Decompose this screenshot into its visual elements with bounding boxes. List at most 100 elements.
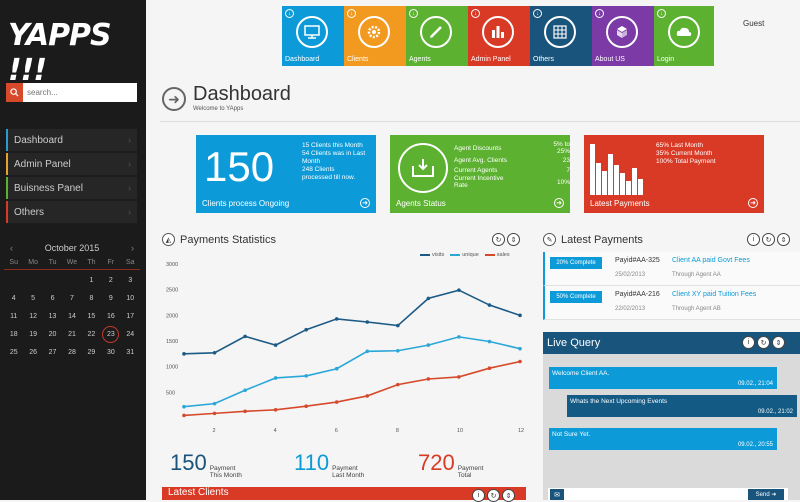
data-point-unique[interactable] <box>396 348 400 353</box>
calendar-day[interactable]: 17 <box>121 308 140 326</box>
calendar-day[interactable]: 28 <box>62 344 81 362</box>
data-point-unique[interactable] <box>365 349 370 354</box>
data-point-sales[interactable] <box>518 359 522 364</box>
calendar-day[interactable]: 16 <box>101 308 120 326</box>
search-input[interactable] <box>23 83 137 102</box>
list-item[interactable]: 50% Complete Payid#AA-216 22/02/2013 Cli… <box>543 286 800 320</box>
tile-agents[interactable]: ↓ Agents <box>406 6 468 66</box>
info-icon[interactable]: i <box>472 489 485 502</box>
tile-others[interactable]: ↓ Others <box>530 6 592 66</box>
data-point-visits[interactable] <box>273 343 278 347</box>
app-logo[interactable]: YAPPS !!! <box>8 18 146 88</box>
arrow-right-icon[interactable]: ➜ <box>748 198 758 208</box>
data-point-unique[interactable] <box>212 401 217 406</box>
data-point-visits[interactable] <box>396 323 400 328</box>
data-point-unique[interactable] <box>487 339 492 344</box>
arrow-right-icon[interactable]: ➜ <box>360 198 370 208</box>
payment-description[interactable]: Client AA paid Govt Fees <box>672 257 750 264</box>
data-point-sales[interactable] <box>304 404 308 408</box>
data-point-unique[interactable] <box>182 404 186 409</box>
calendar-day[interactable]: 3 <box>121 272 140 290</box>
calendar-day[interactable]: 22 <box>82 326 101 344</box>
calendar-day[interactable]: 4 <box>4 290 23 308</box>
data-point-sales[interactable] <box>212 411 217 416</box>
collapse-icon[interactable]: ⇕ <box>502 489 515 502</box>
tile-about-us[interactable]: ↓ About US <box>592 6 654 66</box>
data-point-sales[interactable] <box>273 407 278 412</box>
data-point-sales[interactable] <box>365 394 370 398</box>
calendar-day[interactable]: 18 <box>4 326 23 344</box>
calendar-next-button[interactable]: › <box>131 243 134 253</box>
refresh-icon[interactable]: ↻ <box>757 336 770 349</box>
sidebar-item-others[interactable]: Others › <box>6 201 137 223</box>
collapse-icon[interactable]: ⇕ <box>777 233 790 246</box>
calendar-day[interactable]: 5 <box>23 290 42 308</box>
arrow-right-icon[interactable]: ➜ <box>554 198 564 208</box>
calendar-day[interactable]: 15 <box>82 308 101 326</box>
send-button[interactable]: Send ➜ <box>748 489 784 500</box>
calendar-day[interactable]: 8 <box>82 290 101 308</box>
tile-login[interactable]: ↓ Login <box>654 6 714 66</box>
data-point-sales[interactable] <box>426 377 431 381</box>
data-point-unique[interactable] <box>243 388 247 393</box>
calendar-prev-button[interactable]: ‹ <box>10 243 13 253</box>
info-icon[interactable]: i <box>742 336 755 349</box>
calendar-day[interactable]: 19 <box>23 326 42 344</box>
data-point-visits[interactable] <box>212 351 217 355</box>
info-icon[interactable]: i <box>747 233 760 246</box>
data-point-visits[interactable] <box>182 352 186 356</box>
data-point-unique[interactable] <box>304 374 308 378</box>
calendar-day[interactable]: 6 <box>43 290 62 308</box>
data-point-visits[interactable] <box>426 296 431 301</box>
data-point-visits[interactable] <box>518 313 522 318</box>
calendar-day[interactable]: 27 <box>43 344 62 362</box>
calendar-day[interactable]: 13 <box>43 308 62 326</box>
tile-admin-panel[interactable]: ↓ Admin Panel <box>468 6 530 66</box>
tile-clients[interactable]: ↓ Clients <box>344 6 406 66</box>
calendar-day[interactable]: 7 <box>62 290 81 308</box>
search-button[interactable] <box>6 83 23 102</box>
refresh-icon[interactable]: ↻ <box>487 489 500 502</box>
data-point-unique[interactable] <box>457 335 461 339</box>
collapse-icon[interactable]: ⇕ <box>772 336 785 349</box>
calendar-day[interactable]: 21 <box>62 326 81 344</box>
calendar-day[interactable]: 14 <box>62 308 81 326</box>
collapse-icon[interactable]: ⇕ <box>507 233 520 246</box>
calendar-day[interactable]: 29 <box>82 344 101 362</box>
refresh-icon[interactable]: ↻ <box>762 233 775 246</box>
data-point-visits[interactable] <box>457 288 461 292</box>
refresh-icon[interactable]: ↻ <box>492 233 505 246</box>
data-point-sales[interactable] <box>457 375 461 379</box>
list-item[interactable]: 20% Complete Payid#AA-325 25/02/2013 Cli… <box>543 252 800 286</box>
sidebar-item-dashboard[interactable]: Dashboard › <box>6 129 137 151</box>
calendar-day[interactable]: 12 <box>23 308 42 326</box>
user-name[interactable]: Guest <box>743 19 764 28</box>
calendar-day[interactable]: 20 <box>43 326 62 344</box>
calendar-day[interactable]: 10 <box>121 290 140 308</box>
data-point-sales[interactable] <box>243 409 247 414</box>
calendar-day[interactable]: 26 <box>23 344 42 362</box>
payment-description[interactable]: Client XY paid Tuition Fees <box>672 291 756 298</box>
data-point-unique[interactable] <box>334 366 339 371</box>
calendar-day[interactable]: 30 <box>101 344 120 362</box>
data-point-sales[interactable] <box>182 413 186 418</box>
tile-dashboard[interactable]: ↓ Dashboard <box>282 6 344 66</box>
data-point-visits[interactable] <box>334 317 339 321</box>
calendar-day[interactable]: 31 <box>121 344 140 362</box>
calendar-day[interactable]: 24 <box>121 326 140 344</box>
data-point-sales[interactable] <box>396 382 400 387</box>
calendar-day[interactable]: 9 <box>101 290 120 308</box>
data-point-sales[interactable] <box>487 366 492 371</box>
calendar-day[interactable]: 25 <box>4 344 23 362</box>
data-point-unique[interactable] <box>518 346 522 351</box>
data-point-unique[interactable] <box>273 376 278 380</box>
data-point-visits[interactable] <box>365 320 370 324</box>
sidebar-item-admin-panel[interactable]: Admin Panel › <box>6 153 137 175</box>
data-point-sales[interactable] <box>334 400 339 404</box>
calendar-day[interactable]: 11 <box>4 308 23 326</box>
sidebar-item-buisness-panel[interactable]: Buisness Panel › <box>6 177 137 199</box>
data-point-unique[interactable] <box>426 343 431 347</box>
data-point-visits[interactable] <box>487 303 492 307</box>
data-point-visits[interactable] <box>243 334 247 339</box>
data-point-visits[interactable] <box>304 327 308 332</box>
